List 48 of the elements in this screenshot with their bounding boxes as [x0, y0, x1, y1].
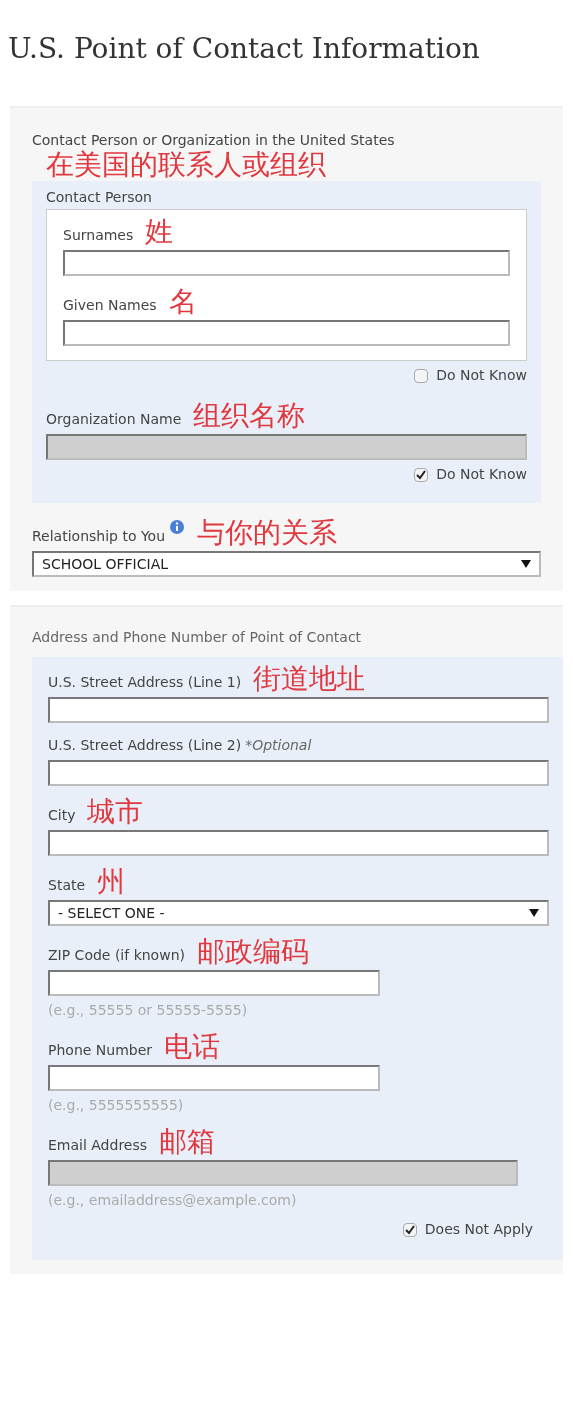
- hint-text: (e.g., emailaddress@example.com): [48, 1191, 298, 1210]
- annotation: 在美国的联系人或组织: [46, 148, 326, 181]
- field-label: Email Address: [48, 1136, 148, 1155]
- field-label: Surnames: [63, 226, 134, 245]
- annotation: 与你的关系: [197, 519, 338, 547]
- checkbox-label: Does Not Apply: [424, 1220, 533, 1239]
- annotation: 邮箱: [159, 1128, 216, 1156]
- section-heading: Address and Phone Number of Point of Contact: [32, 629, 362, 645]
- checkbox-label: Do Not Know: [436, 465, 527, 484]
- dropdown-arrow-icon: [521, 560, 531, 568]
- annotation: 组织名称: [193, 402, 306, 430]
- field-label: Relationship to You: [32, 527, 166, 546]
- group-legend: Contact Person: [46, 189, 152, 205]
- checkbox[interactable]: [414, 368, 429, 383]
- input-field[interactable]: [48, 830, 549, 856]
- annotation: 邮政编码: [196, 938, 309, 966]
- annotation: 姓: [145, 218, 174, 246]
- hint-text: (e.g., 5555555555): [48, 1096, 185, 1115]
- checkbox-label: Do Not Know: [436, 366, 527, 385]
- select-dropdown[interactable]: - SELECT ONE -: [48, 900, 549, 926]
- hint-text: (e.g., 55555 or 55555-5555): [48, 1001, 249, 1020]
- field-label: U.S. Street Address (Line 1): [48, 673, 242, 692]
- info-icon[interactable]: [169, 519, 186, 535]
- annotation: 街道地址: [253, 665, 366, 693]
- input-field[interactable]: [48, 970, 380, 996]
- dropdown-arrow-icon: [529, 909, 539, 917]
- field-label: Organization Name: [46, 410, 182, 429]
- input-field[interactable]: [63, 320, 510, 346]
- field-label: State: [48, 876, 86, 895]
- page-title: U.S. Point of Contact Information: [7, 31, 481, 67]
- field-label: Given Names: [63, 296, 157, 315]
- field-label: ZIP Code (if known): [48, 946, 185, 965]
- optional-note: *Optional: [245, 736, 312, 755]
- field-label: Phone Number: [48, 1041, 153, 1060]
- input-field[interactable]: [63, 250, 510, 276]
- section-heading: Contact Person or Organization in the United States: [32, 131, 396, 150]
- annotation: 州: [97, 868, 126, 896]
- input-field[interactable]: [48, 1065, 380, 1091]
- input-field[interactable]: [48, 697, 549, 723]
- annotation: 名: [168, 288, 197, 316]
- check-icon: [404, 1224, 415, 1235]
- input-field[interactable]: [48, 760, 549, 786]
- annotation: 城市: [87, 798, 144, 826]
- field-label: U.S. Street Address (Line 2): [48, 736, 242, 755]
- field-label: City: [48, 806, 76, 825]
- check-icon: [416, 469, 427, 480]
- annotation: 电话: [164, 1033, 221, 1061]
- select-dropdown[interactable]: SCHOOL OFFICIAL: [32, 551, 541, 577]
